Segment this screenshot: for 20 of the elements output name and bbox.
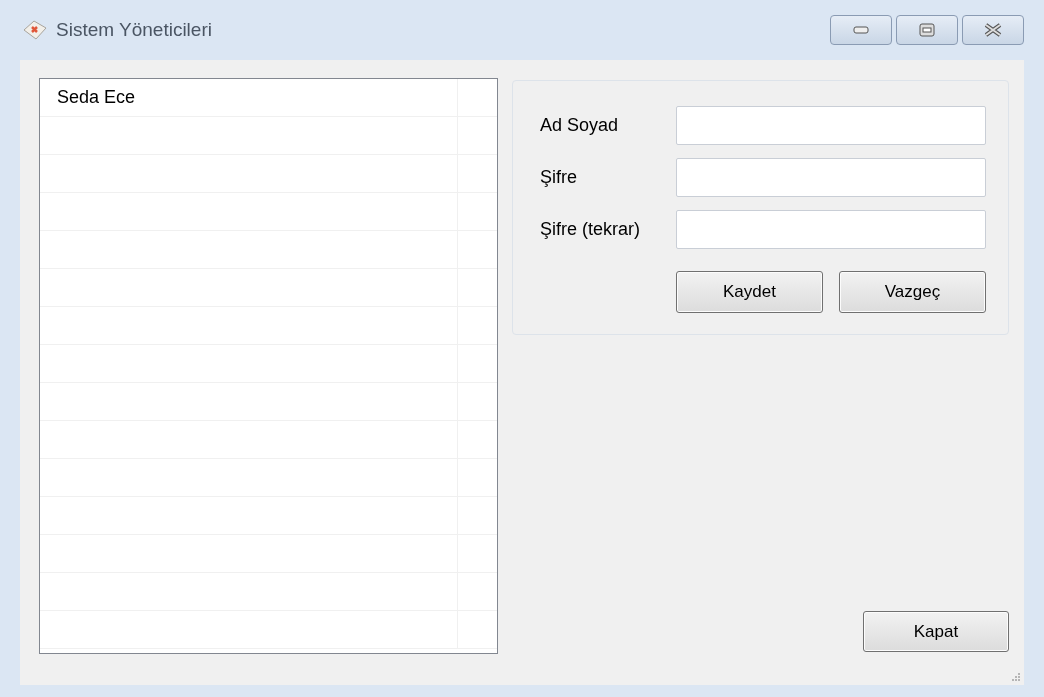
resize-grip-icon (1009, 670, 1021, 682)
app-icon (22, 19, 48, 41)
input-field[interactable] (676, 158, 986, 197)
close-icon (983, 23, 1003, 37)
field-label: Şifre (tekrar) (540, 218, 641, 241)
window-title: Sistem Yöneticileri (56, 17, 212, 42)
input-field[interactable] (676, 106, 986, 145)
form-button[interactable]: Vazgeç (839, 271, 986, 313)
form-button[interactable]: Kaydet (676, 271, 823, 313)
minimize-icon (853, 26, 869, 34)
list-item[interactable]: Seda Ece (57, 84, 136, 111)
close-button[interactable] (962, 15, 1024, 45)
minimize-button[interactable] (830, 15, 892, 45)
maximize-button[interactable] (896, 15, 958, 45)
field-label: Şifre (540, 166, 578, 189)
field-label: Ad Soyad (540, 114, 620, 137)
close-dialog-button[interactable]: Kapat (863, 611, 1009, 652)
list-box[interactable]: Seda Ece (39, 78, 498, 654)
input-field[interactable] (676, 210, 986, 249)
maximize-icon (919, 23, 935, 37)
